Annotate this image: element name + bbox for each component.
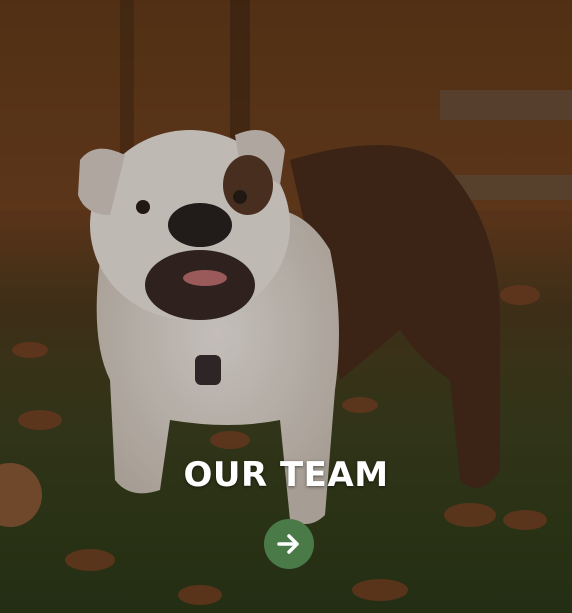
arrow-right-icon [277, 534, 299, 554]
team-card[interactable]: OUR TEAM [0, 0, 572, 613]
section-title: OUR TEAM [183, 455, 389, 495]
next-arrow-button[interactable] [264, 519, 314, 569]
